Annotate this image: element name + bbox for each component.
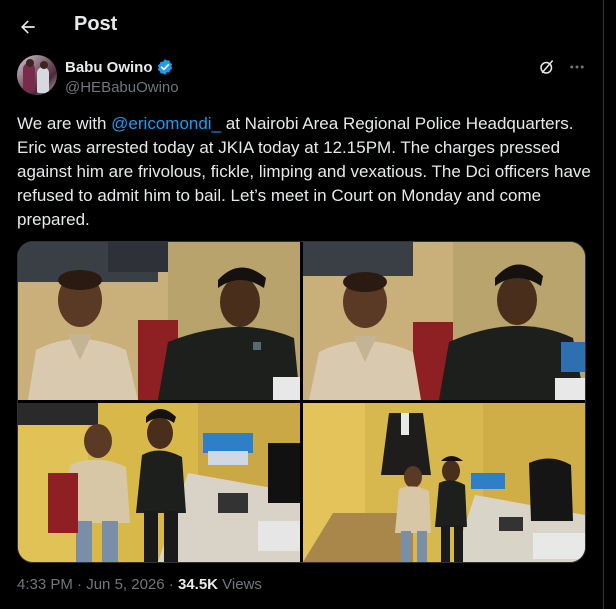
mention-link[interactable]: @ericomondi_ [111,114,221,133]
photo-3[interactable] [18,403,300,562]
avatar[interactable] [17,55,57,95]
post-date[interactable]: Jun 5, 2026 [86,576,164,593]
verified-badge-icon [157,59,172,75]
grok-button[interactable] [536,56,558,78]
meta-separator-2: · [164,576,178,593]
arrow-left-icon [21,20,35,34]
grok-icon [540,60,553,74]
views-count: 34.5K [177,576,218,593]
header: Post [0,0,603,52]
post-time[interactable]: 4:33 PM [17,576,73,593]
tweet-text-part1: We are with [17,114,112,133]
media-grid [17,241,586,563]
more-dots-icon [570,65,584,69]
photo-1[interactable] [18,242,300,400]
page-title: Post [74,13,118,35]
back-button[interactable] [14,13,42,41]
post-meta: 4:33 PM · Jun 5, 2026 · 34.5K Views [17,576,262,593]
author-name-row[interactable]: Babu Owino [65,58,174,76]
photo-2[interactable] [303,242,585,400]
photo-4[interactable] [303,403,585,562]
more-button[interactable] [566,56,588,78]
views-label: Views [218,576,262,593]
author-handle[interactable]: @HEBabuOwino [65,79,179,96]
author-name[interactable]: Babu Owino [65,59,153,76]
tweet-text: We are with @ericomondi_ at Nairobi Area… [17,112,592,232]
meta-separator: · [72,576,87,593]
post-column: Post Babu Owino @HEBabuOwino We are with… [0,0,604,609]
